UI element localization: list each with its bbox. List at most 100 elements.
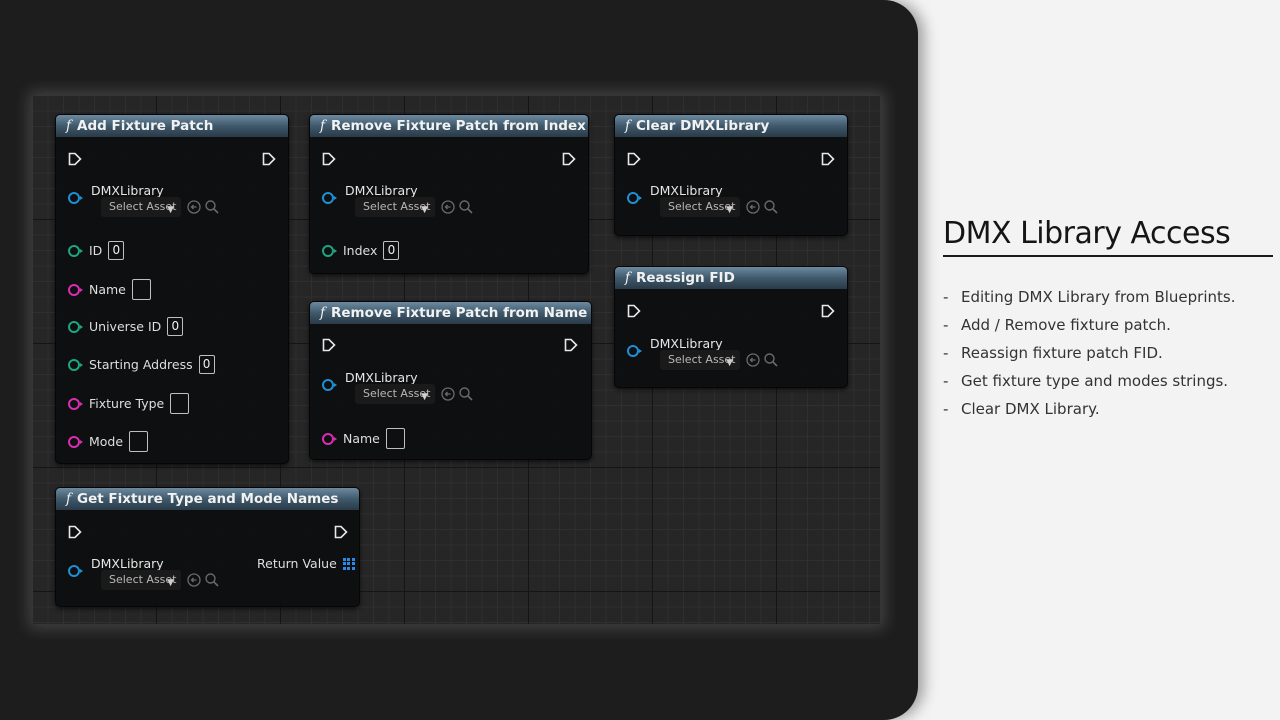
use-selected-arrow-icon[interactable] [186,572,202,588]
bullet-item: - Clear DMX Library. [943,400,1100,418]
exec-out-pin-icon[interactable] [821,152,835,166]
exec-in-pin-icon[interactable] [322,338,336,352]
chevron-down-icon: ▼ [421,205,428,215]
exec-in-pin-icon[interactable] [322,152,336,166]
integer-pin-icon[interactable] [68,358,83,371]
bullet-item: - Editing DMX Library from Blueprints. [943,288,1236,306]
object-pin-icon[interactable] [627,192,642,204]
function-icon: f [66,118,71,134]
node-header[interactable]: f Clear DMXLibrary [615,115,847,137]
use-selected-arrow-icon[interactable] [745,352,761,368]
node-clear-dmx-library[interactable]: f Clear DMXLibrary DMXLibrary Select Asse… [614,114,848,236]
browse-search-icon[interactable] [458,386,474,402]
integer-pin-icon[interactable] [68,320,83,333]
function-icon: f [320,305,325,321]
pin-row-name: Name [68,279,151,300]
browse-search-icon[interactable] [204,199,220,215]
browse-search-icon[interactable] [763,199,779,215]
use-selected-arrow-icon[interactable] [440,386,456,402]
pin-row-starting-address: Starting Address 0 [68,355,215,374]
object-pin-icon[interactable] [627,345,642,357]
map-pin-icon[interactable] [342,557,355,570]
pin-row-universe-id: Universe ID 0 [68,317,184,336]
chevron-down-icon: ▼ [726,205,733,215]
universe-id-input[interactable]: 0 [167,317,184,336]
use-selected-arrow-icon[interactable] [186,199,202,215]
name-input[interactable] [131,279,151,300]
node-get-fixture-type-and-mode-names[interactable]: f Get Fixture Type and Mode Names DMXLibr… [55,487,360,607]
name-input[interactable] [385,428,405,449]
string-pin-icon[interactable] [68,397,83,410]
node-header[interactable]: f Get Fixture Type and Mode Names [56,488,359,510]
function-icon: f [625,118,630,134]
bullet-item: - Get fixture type and modes strings. [943,372,1229,390]
node-header[interactable]: f Remove Fixture Patch from Name [310,302,591,324]
fixture-type-input[interactable] [170,393,190,414]
use-selected-arrow-icon[interactable] [745,199,761,215]
chevron-down-icon: ▼ [167,205,174,215]
node-title: Remove Fixture Patch from Index [331,118,586,134]
exec-in-pin-icon[interactable] [68,525,82,539]
slide-bullet-list: - Editing DMX Library from Blueprints. -A… [943,286,1235,426]
node-title: Reassign FID [636,270,735,286]
select-asset-dropdown[interactable]: Select Asset ▼ [660,350,740,370]
select-asset-dropdown[interactable]: Select Asset ▼ [101,570,181,590]
object-pin-icon[interactable] [68,565,83,577]
exec-out-pin-icon[interactable] [821,304,835,318]
exec-out-pin-icon[interactable] [334,525,348,539]
node-reassign-fid[interactable]: f Reassign FID DMXLibrary Select Asset ▼ [614,266,848,388]
chevron-down-icon: ▼ [726,358,733,368]
integer-pin-icon[interactable] [68,244,83,257]
id-input[interactable]: 0 [108,241,125,260]
pin-row-name: Name [322,428,405,449]
pin-row-fixture-type: Fixture Type [68,393,190,414]
select-asset-dropdown[interactable]: Select Asset ▼ [355,197,435,217]
function-icon: f [320,118,325,134]
blueprint-graph[interactable]: f Add Fixture Patch DMXLibrary Select Ass… [33,96,880,624]
starting-address-input[interactable]: 0 [198,355,215,374]
exec-out-pin-icon[interactable] [262,152,276,166]
node-title: Remove Fixture Patch from Name [331,305,588,321]
exec-in-pin-icon[interactable] [68,152,82,166]
select-asset-dropdown[interactable]: Select Asset ▼ [101,197,181,217]
node-header[interactable]: f Add Fixture Patch [56,115,288,137]
object-pin-icon[interactable] [68,192,83,204]
chevron-down-icon: ▼ [421,392,428,402]
string-pin-icon[interactable] [68,435,83,448]
pin-row-id: ID 0 [68,241,125,260]
index-input[interactable]: 0 [383,241,400,260]
exec-out-pin-icon[interactable] [564,338,578,352]
select-asset-dropdown[interactable]: Select Asset ▼ [355,384,435,404]
node-header[interactable]: f Remove Fixture Patch from Index [310,115,588,137]
integer-pin-icon[interactable] [322,244,337,257]
pin-row-mode: Mode [68,431,149,452]
return-value-pin: Return Value [257,556,355,571]
chevron-down-icon: ▼ [167,578,174,588]
mode-input[interactable] [129,431,149,452]
function-icon: f [625,270,630,286]
string-pin-icon[interactable] [322,432,337,445]
node-title: Clear DMXLibrary [636,118,770,134]
select-asset-dropdown[interactable]: Select Asset ▼ [660,197,740,217]
exec-in-pin-icon[interactable] [627,152,641,166]
bullet-item: - Add / Remove fixture patch. [943,316,1171,334]
exec-out-pin-icon[interactable] [562,152,576,166]
object-pin-icon[interactable] [322,379,337,391]
exec-in-pin-icon[interactable] [627,304,641,318]
browse-search-icon[interactable] [763,352,779,368]
browse-search-icon[interactable] [458,199,474,215]
node-header[interactable]: f Reassign FID [615,267,847,289]
string-pin-icon[interactable] [68,283,83,296]
use-selected-arrow-icon[interactable] [440,199,456,215]
node-title: Add Fixture Patch [77,118,214,134]
browse-search-icon[interactable] [204,572,220,588]
pin-row-index: Index 0 [322,241,400,260]
object-pin-icon[interactable] [322,192,337,204]
slide-title: DMX Library Access [943,216,1273,257]
node-title: Get Fixture Type and Mode Names [77,491,339,507]
node-remove-fixture-patch-from-index[interactable]: f Remove Fixture Patch from Index DMXLibr… [309,114,589,274]
node-add-fixture-patch[interactable]: f Add Fixture Patch DMXLibrary Select Ass… [55,114,289,464]
bullet-item: - Reassign fixture patch FID. [943,344,1163,362]
function-icon: f [66,491,71,507]
node-remove-fixture-patch-from-name[interactable]: f Remove Fixture Patch from Name DMXLibra… [309,301,592,460]
